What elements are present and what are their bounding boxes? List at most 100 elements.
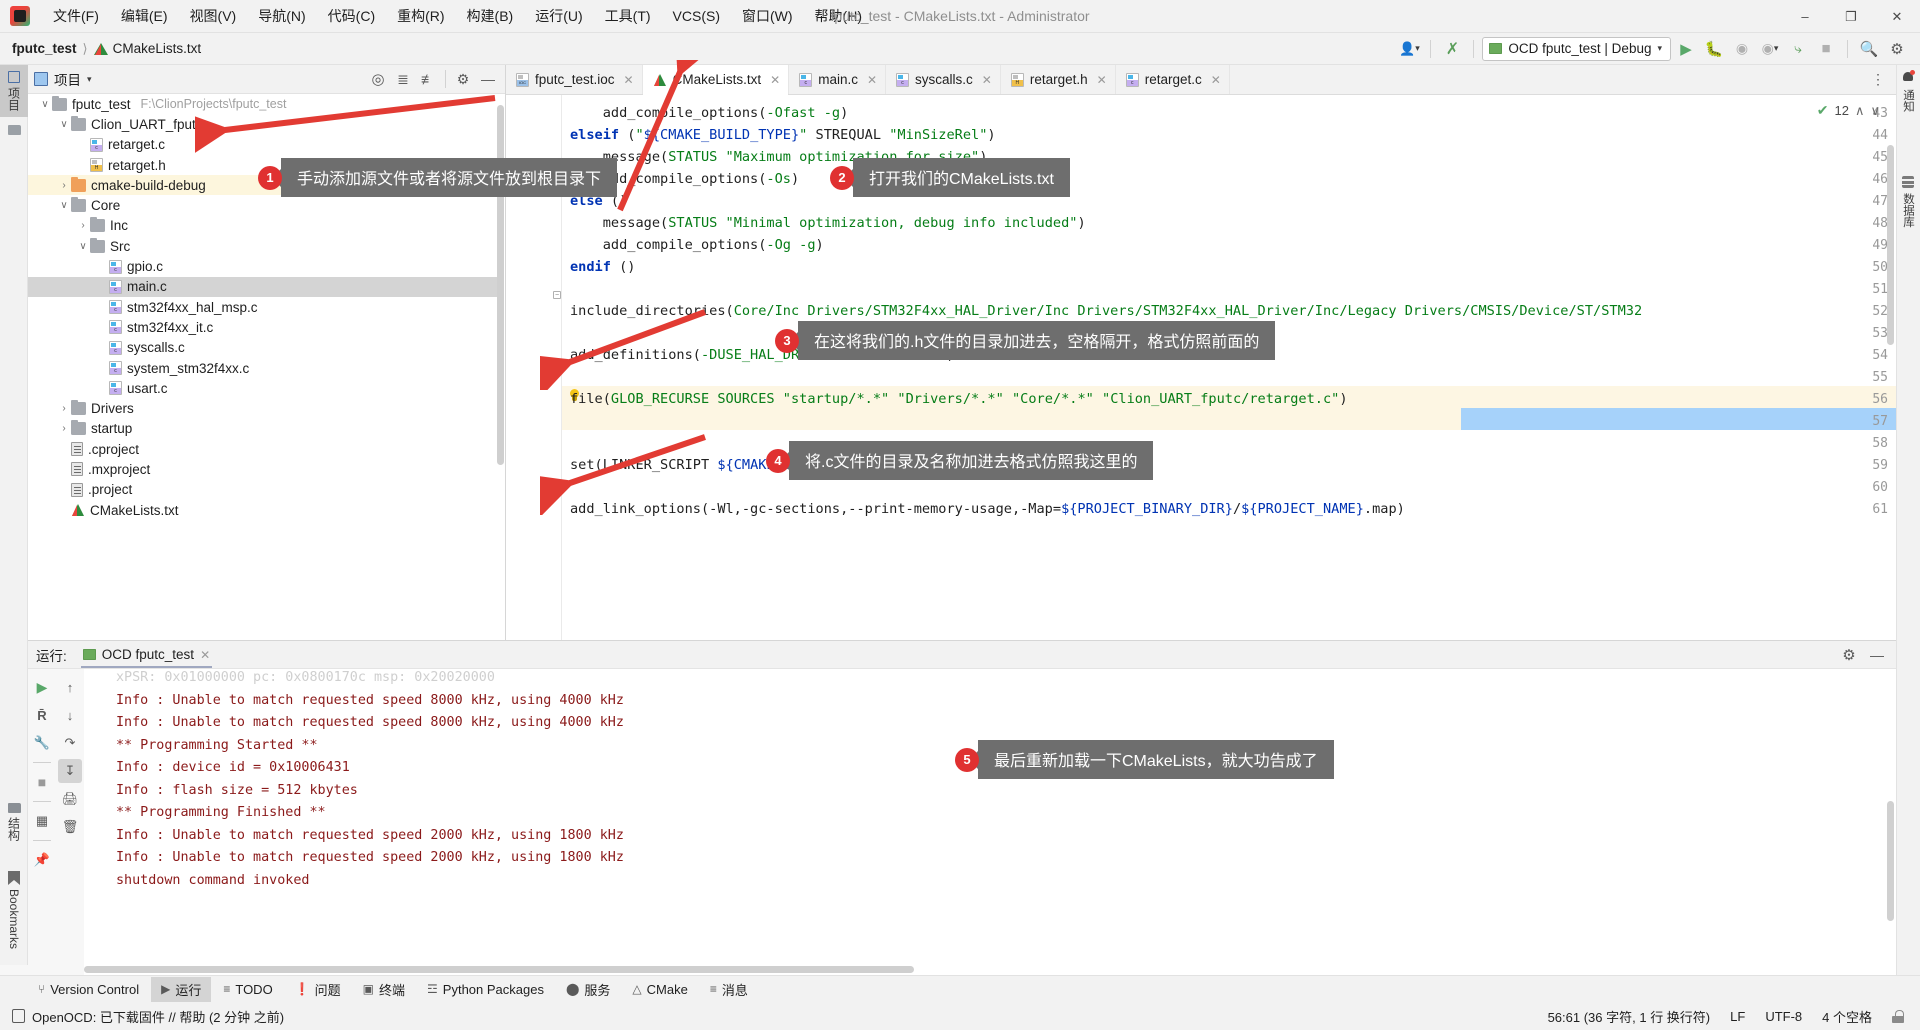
toolwin-cmake[interactable]: △CMake <box>622 979 697 1000</box>
expand-all-icon[interactable]: ≣ <box>392 68 414 90</box>
close-button[interactable]: ✕ <box>1874 0 1920 33</box>
code-line[interactable]: add_link_options(-Wl,-gc-sections,--prin… <box>570 503 1405 517</box>
sidebar-item-structure[interactable]: 结构 <box>0 797 28 847</box>
tree-item-cmakelists-txt[interactable]: ·CMakeLists.txt <box>28 500 497 520</box>
rerun-failed-tests-button[interactable]: R̄ <box>30 703 54 727</box>
editor-tab-retarget-c[interactable]: retarget.c✕ <box>1116 65 1230 94</box>
chevron-down-icon[interactable]: ∨ <box>76 241 90 252</box>
tree-item--cproject[interactable]: ·.cproject <box>28 439 497 459</box>
run-tab-ocd-fputc-test[interactable]: OCD fputc_test ✕ <box>77 645 216 664</box>
line-separator[interactable]: LF <box>1730 1009 1745 1024</box>
tree-item-gpio-c[interactable]: ·gpio.c <box>28 256 497 276</box>
code-fold-marker[interactable]: − <box>553 291 561 299</box>
editor-vertical-scrollbar[interactable] <box>1887 145 1894 345</box>
tree-item-usart-c[interactable]: ·usart.c <box>28 378 497 398</box>
menu-vcs[interactable]: VCS(S) <box>662 4 731 28</box>
close-icon[interactable]: ✕ <box>982 73 992 87</box>
breadcrumb-project[interactable]: fputc_test <box>12 41 77 56</box>
close-icon[interactable]: ✕ <box>1211 73 1221 87</box>
code-line[interactable]: else () <box>570 195 627 209</box>
scroll-up-button[interactable]: ↑ <box>58 675 82 699</box>
toolwin-python-packages[interactable]: ☲Python Packages <box>417 979 554 1000</box>
attach-debugger-button[interactable]: ⤷ <box>1785 37 1811 61</box>
chevron-right-icon[interactable]: › <box>57 423 71 434</box>
tree-item-system-stm32f4xx-c[interactable]: ·system_stm32f4xx.c <box>28 358 497 378</box>
code-line[interactable]: include_directories(Core/Inc Drivers/STM… <box>570 305 1642 319</box>
sidebar-item-bookmarks[interactable]: Bookmarks <box>0 865 28 955</box>
run-panel-hide-icon[interactable]: — <box>1866 644 1888 666</box>
tree-item-retarget-c[interactable]: ·retarget.c <box>28 135 497 155</box>
menu-run[interactable]: 运行(U) <box>524 2 593 30</box>
code-line[interactable]: add_compile_options(-Og -g) <box>570 239 824 253</box>
select-opened-file-icon[interactable]: ◎ <box>367 68 389 90</box>
chevron-right-icon[interactable]: › <box>57 180 71 191</box>
settings-gear-icon[interactable]: ⚙ <box>1884 37 1910 61</box>
editor-tab-syscalls-c[interactable]: syscalls.c✕ <box>886 65 1001 94</box>
inspection-prev-icon[interactable]: ∧ <box>1855 103 1865 119</box>
rerun-button[interactable]: ▶ <box>30 675 54 699</box>
layout-settings-button[interactable]: ▦ <box>30 809 54 833</box>
menu-refactor[interactable]: 重构(R) <box>386 2 455 30</box>
search-icon[interactable]: 🔍 <box>1856 37 1882 61</box>
sidebar-item-project[interactable]: 项目 <box>0 65 28 117</box>
toolwin-services[interactable]: ⬤服务 <box>556 977 620 1002</box>
tree-item-startup[interactable]: ›startup <box>28 419 497 439</box>
sidebar-item-notifications[interactable]: 通知 <box>1896 65 1920 118</box>
tree-item-drivers[interactable]: ›Drivers <box>28 398 497 418</box>
toolwin-problems[interactable]: ❗问题 <box>285 977 351 1002</box>
print-button[interactable]: 🖨 <box>58 787 82 811</box>
tree-item-fputc-test[interactable]: ∨fputc_testF:\ClionProjects\fputc_test <box>28 94 497 114</box>
indent-setting[interactable]: 4 个空格 <box>1822 1007 1872 1026</box>
tree-item--project[interactable]: ·.project <box>28 480 497 500</box>
tree-item-main-c[interactable]: ·main.c <box>28 277 497 297</box>
tree-item--mxproject[interactable]: ·.mxproject <box>28 459 497 479</box>
code-line[interactable]: elseif ("${CMAKE_BUILD_TYPE}" STREQUAL "… <box>570 129 996 143</box>
run-console-output[interactable]: xPSR: 0x01000000 pc: 0x0800170c msp: 0x2… <box>84 669 1896 975</box>
caret-position[interactable]: 56:61 (36 字符, 1 行 换行符) <box>1548 1007 1711 1026</box>
inspection-next-icon[interactable]: ∨ <box>1870 103 1880 119</box>
build-hammer-icon[interactable]: ✗ <box>1439 37 1465 61</box>
chevron-down-icon[interactable]: ∨ <box>57 200 71 211</box>
menu-code[interactable]: 代码(C) <box>317 2 386 30</box>
menu-file[interactable]: 文件(F) <box>42 2 110 30</box>
menu-navigate[interactable]: 导航(N) <box>247 2 316 30</box>
chevron-right-icon[interactable]: › <box>76 220 90 231</box>
tree-item-inc[interactable]: ›Inc <box>28 216 497 236</box>
debug-button[interactable]: 🐛 <box>1701 37 1727 61</box>
menu-view[interactable]: 视图(V) <box>179 2 248 30</box>
user-account-icon[interactable]: 👤▾ <box>1396 37 1422 61</box>
menu-window[interactable]: 窗口(W) <box>731 2 804 30</box>
menu-help[interactable]: 帮助(H) <box>804 2 873 30</box>
toolwin-messages[interactable]: ≡消息 <box>700 977 758 1002</box>
project-settings-gear-icon[interactable]: ⚙ <box>452 68 474 90</box>
editor-tab-main-c[interactable]: main.c✕ <box>789 65 886 94</box>
menu-tools[interactable]: 工具(T) <box>594 2 662 30</box>
scroll-down-button[interactable]: ↓ <box>58 703 82 727</box>
status-message[interactable]: OpenOCD: 已下载固件 // 帮助 (2 分钟 之前) <box>32 1007 284 1026</box>
clear-all-button[interactable]: 🗑 <box>58 815 82 839</box>
code-line[interactable]: message(STATUS "Minimal optimization, de… <box>570 217 1086 231</box>
tree-item-src[interactable]: ∨Src <box>28 236 497 256</box>
editor-tab-fputc-test-ioc[interactable]: fputc_test.ioc✕ <box>506 65 643 94</box>
profile-button[interactable]: ◉▾ <box>1757 37 1783 61</box>
maximize-button[interactable]: ❐ <box>1828 0 1874 33</box>
project-view-chevron-icon[interactable]: ▾ <box>87 74 92 85</box>
tree-item-stm32f4xx-it-c[interactable]: ·stm32f4xx_it.c <box>28 317 497 337</box>
stop-process-button[interactable]: ■ <box>30 770 54 794</box>
collapse-all-icon[interactable]: ≢ <box>417 68 439 90</box>
close-icon[interactable]: ✕ <box>867 73 877 87</box>
soft-wrap-button[interactable]: ↷ <box>58 731 82 755</box>
file-encoding[interactable]: UTF-8 <box>1765 1009 1802 1024</box>
tree-item-core[interactable]: ∨Core <box>28 195 497 215</box>
console-vertical-scrollbar[interactable] <box>1887 801 1894 921</box>
menu-build[interactable]: 构建(B) <box>456 2 525 30</box>
code-line[interactable]: add_compile_options(-Ofast -g) <box>570 107 848 121</box>
console-horizontal-scrollbar[interactable] <box>84 966 914 973</box>
toolwin-terminal[interactable]: ▣终端 <box>353 977 415 1002</box>
menu-edit[interactable]: 编辑(E) <box>110 2 179 30</box>
close-icon[interactable]: ✕ <box>624 73 634 87</box>
event-log-icon[interactable] <box>12 1009 25 1023</box>
editor-tab-cmakelists-txt[interactable]: CMakeLists.txt✕ <box>643 65 790 94</box>
sidebar-item-commit[interactable] <box>0 119 28 141</box>
pin-tab-button[interactable]: 📌 <box>30 848 54 872</box>
